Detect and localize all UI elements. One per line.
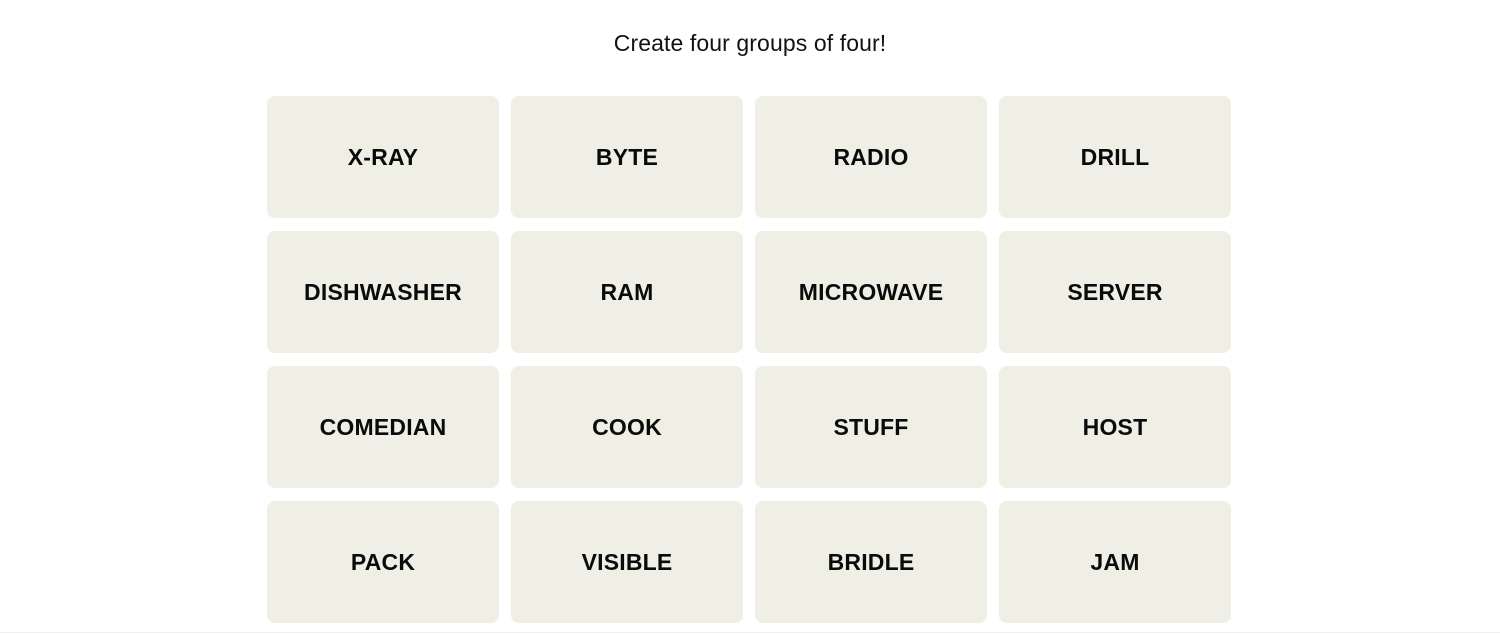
word-tile[interactable]: BRIDLE — [755, 501, 987, 623]
word-tile-label: BRIDLE — [827, 548, 915, 575]
word-tile-label: COOK — [592, 413, 662, 440]
word-tile[interactable]: STUFF — [755, 366, 987, 488]
word-tile-label: DRILL — [1080, 143, 1150, 170]
word-tile-label: DISHWASHER — [304, 278, 462, 305]
word-tile-label: MICROWAVE — [798, 278, 944, 305]
word-tile-label: PACK — [350, 548, 416, 575]
connections-puzzle-board: Create four groups of four! X-RAY BYTE R… — [0, 0, 1500, 635]
word-tile[interactable]: DRILL — [999, 96, 1231, 218]
word-tile-grid: X-RAY BYTE RADIO DRILL DISHWASHER RAM MI… — [267, 96, 1231, 623]
word-tile[interactable]: RAM — [511, 231, 743, 353]
word-tile[interactable]: X-RAY — [267, 96, 499, 218]
word-tile-label: X-RAY — [347, 143, 419, 170]
word-tile[interactable]: COMEDIAN — [267, 366, 499, 488]
word-tile-label: HOST — [1082, 413, 1148, 440]
word-tile[interactable]: HOST — [999, 366, 1231, 488]
word-tile[interactable]: VISIBLE — [511, 501, 743, 623]
word-tile[interactable]: PACK — [267, 501, 499, 623]
word-tile[interactable]: COOK — [511, 366, 743, 488]
word-tile-label: SERVER — [1067, 278, 1163, 305]
word-tile[interactable]: DISHWASHER — [267, 231, 499, 353]
word-tile-label: JAM — [1090, 548, 1140, 575]
word-tile-label: STUFF — [833, 413, 909, 440]
word-tile-label: BYTE — [595, 143, 659, 170]
word-tile-label: COMEDIAN — [319, 413, 447, 440]
word-tile-label: RADIO — [833, 143, 909, 170]
word-tile[interactable]: RADIO — [755, 96, 987, 218]
word-tile[interactable]: BYTE — [511, 96, 743, 218]
page-title: Create four groups of four! — [613, 30, 887, 56]
word-tile[interactable]: SERVER — [999, 231, 1231, 353]
word-tile[interactable]: MICROWAVE — [755, 231, 987, 353]
word-tile-label: RAM — [600, 278, 654, 305]
word-tile-label: VISIBLE — [581, 548, 673, 575]
word-tile[interactable]: JAM — [999, 501, 1231, 623]
bottom-divider — [0, 632, 1500, 633]
